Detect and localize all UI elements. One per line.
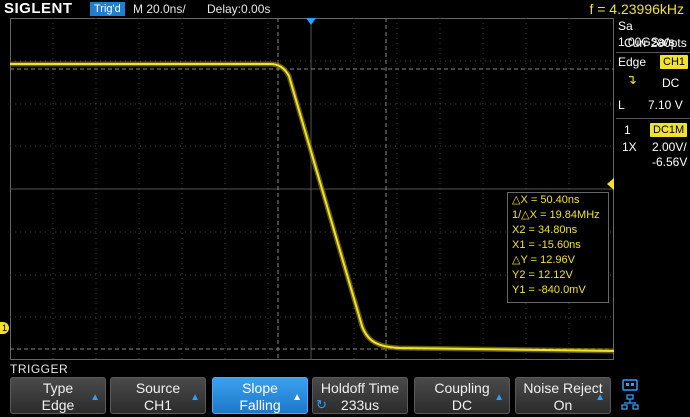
- trigger-level-prefix: L: [618, 98, 625, 112]
- cursor-delta-x: △X = 50.40ns: [512, 194, 580, 206]
- trigger-coupling: DC: [662, 76, 680, 90]
- rotary-knob-icon: ↻: [316, 397, 327, 412]
- cursor-x2: X2 = 34.80ns: [512, 224, 578, 236]
- source-button[interactable]: Source CH1 ▲: [110, 377, 206, 414]
- noise-reject-button[interactable]: Noise Reject On ▲: [515, 377, 611, 414]
- waveform-graticule: [10, 18, 614, 360]
- cursor-y1: Y1 = -840.0mV: [512, 284, 586, 296]
- timebase-readout[interactable]: M 20.0ns/: [133, 1, 186, 17]
- holdoff-time-button[interactable]: Holdoff Time 233us ↻: [312, 377, 408, 414]
- type-button[interactable]: Type Edge ▲: [10, 377, 106, 414]
- info-side-panel: Sa 1.00GSa/s Curr 280pts Edge CH1 ↴ DC L…: [616, 18, 690, 360]
- trigger-level-marker-icon[interactable]: [607, 178, 614, 190]
- memory-depth: Curr 280pts: [624, 36, 687, 50]
- network-icon: [621, 394, 639, 410]
- chevron-up-icon: ▲: [494, 392, 504, 403]
- cursor-measurement-box: △X = 50.40ns 1/△X = 19.84MHz X2 = 34.80n…: [507, 192, 609, 303]
- brand-logo: SIGLENT: [4, 0, 73, 17]
- system-tray: [620, 378, 640, 412]
- chevron-up-icon: ▲: [190, 392, 200, 403]
- holdoff-time-button-label: Holdoff Time: [320, 380, 400, 396]
- trigger-position-marker-icon[interactable]: [306, 18, 316, 25]
- slope-button[interactable]: Slope Falling ▲: [212, 377, 308, 414]
- channel-offset: -6.56V: [652, 155, 688, 169]
- usb-icon: [621, 379, 639, 410]
- sample-rate: Sa 1.00GSa/s: [618, 19, 675, 49]
- trigger-status-badge: Trig'd: [90, 2, 125, 16]
- falling-edge-icon: ↴: [626, 72, 637, 87]
- chevron-up-icon: ▲: [90, 392, 100, 403]
- trigger-source-badge: CH1: [660, 55, 689, 69]
- chevron-up-icon: ▲: [595, 392, 605, 403]
- frequency-readout: f = 4.23996kHz: [589, 1, 684, 17]
- menu-title: TRIGGER: [10, 362, 69, 376]
- coupling-button[interactable]: Coupling DC ▲: [414, 377, 510, 414]
- waveform-display[interactable]: [10, 18, 614, 360]
- probe-ratio: 1X: [622, 140, 637, 154]
- cursor-x1: X1 = -15.60ns: [512, 239, 581, 251]
- channel-number: 1: [624, 123, 631, 137]
- ch1-ground-marker[interactable]: 1: [0, 322, 9, 334]
- channel-coupling-badge: DC1M: [650, 123, 688, 137]
- status-bar: SIGLENT Trig'd M 20.0ns/ Delay:0.00s f =…: [0, 0, 690, 18]
- trigger-level: 7.10 V: [648, 98, 683, 112]
- chevron-up-icon: ▲: [292, 392, 302, 403]
- ch1-ground-marker-label: 1: [1, 323, 7, 333]
- cursor-delta-y: △Y = 12.96V: [512, 254, 575, 266]
- cursor-y2: Y2 = 12.12V: [512, 269, 573, 281]
- softkey-menu: Type Edge ▲ Source CH1 ▲ Slope Falling ▲…: [0, 376, 690, 414]
- trigger-type: Edge: [618, 55, 647, 69]
- channel-scale: 2.00V/: [652, 140, 687, 154]
- delay-readout[interactable]: Delay:0.00s: [207, 1, 270, 17]
- cursor-inverse-delta-x: 1/△X = 19.84MHz: [512, 209, 600, 221]
- holdoff-time-button-value: 233us: [340, 397, 380, 413]
